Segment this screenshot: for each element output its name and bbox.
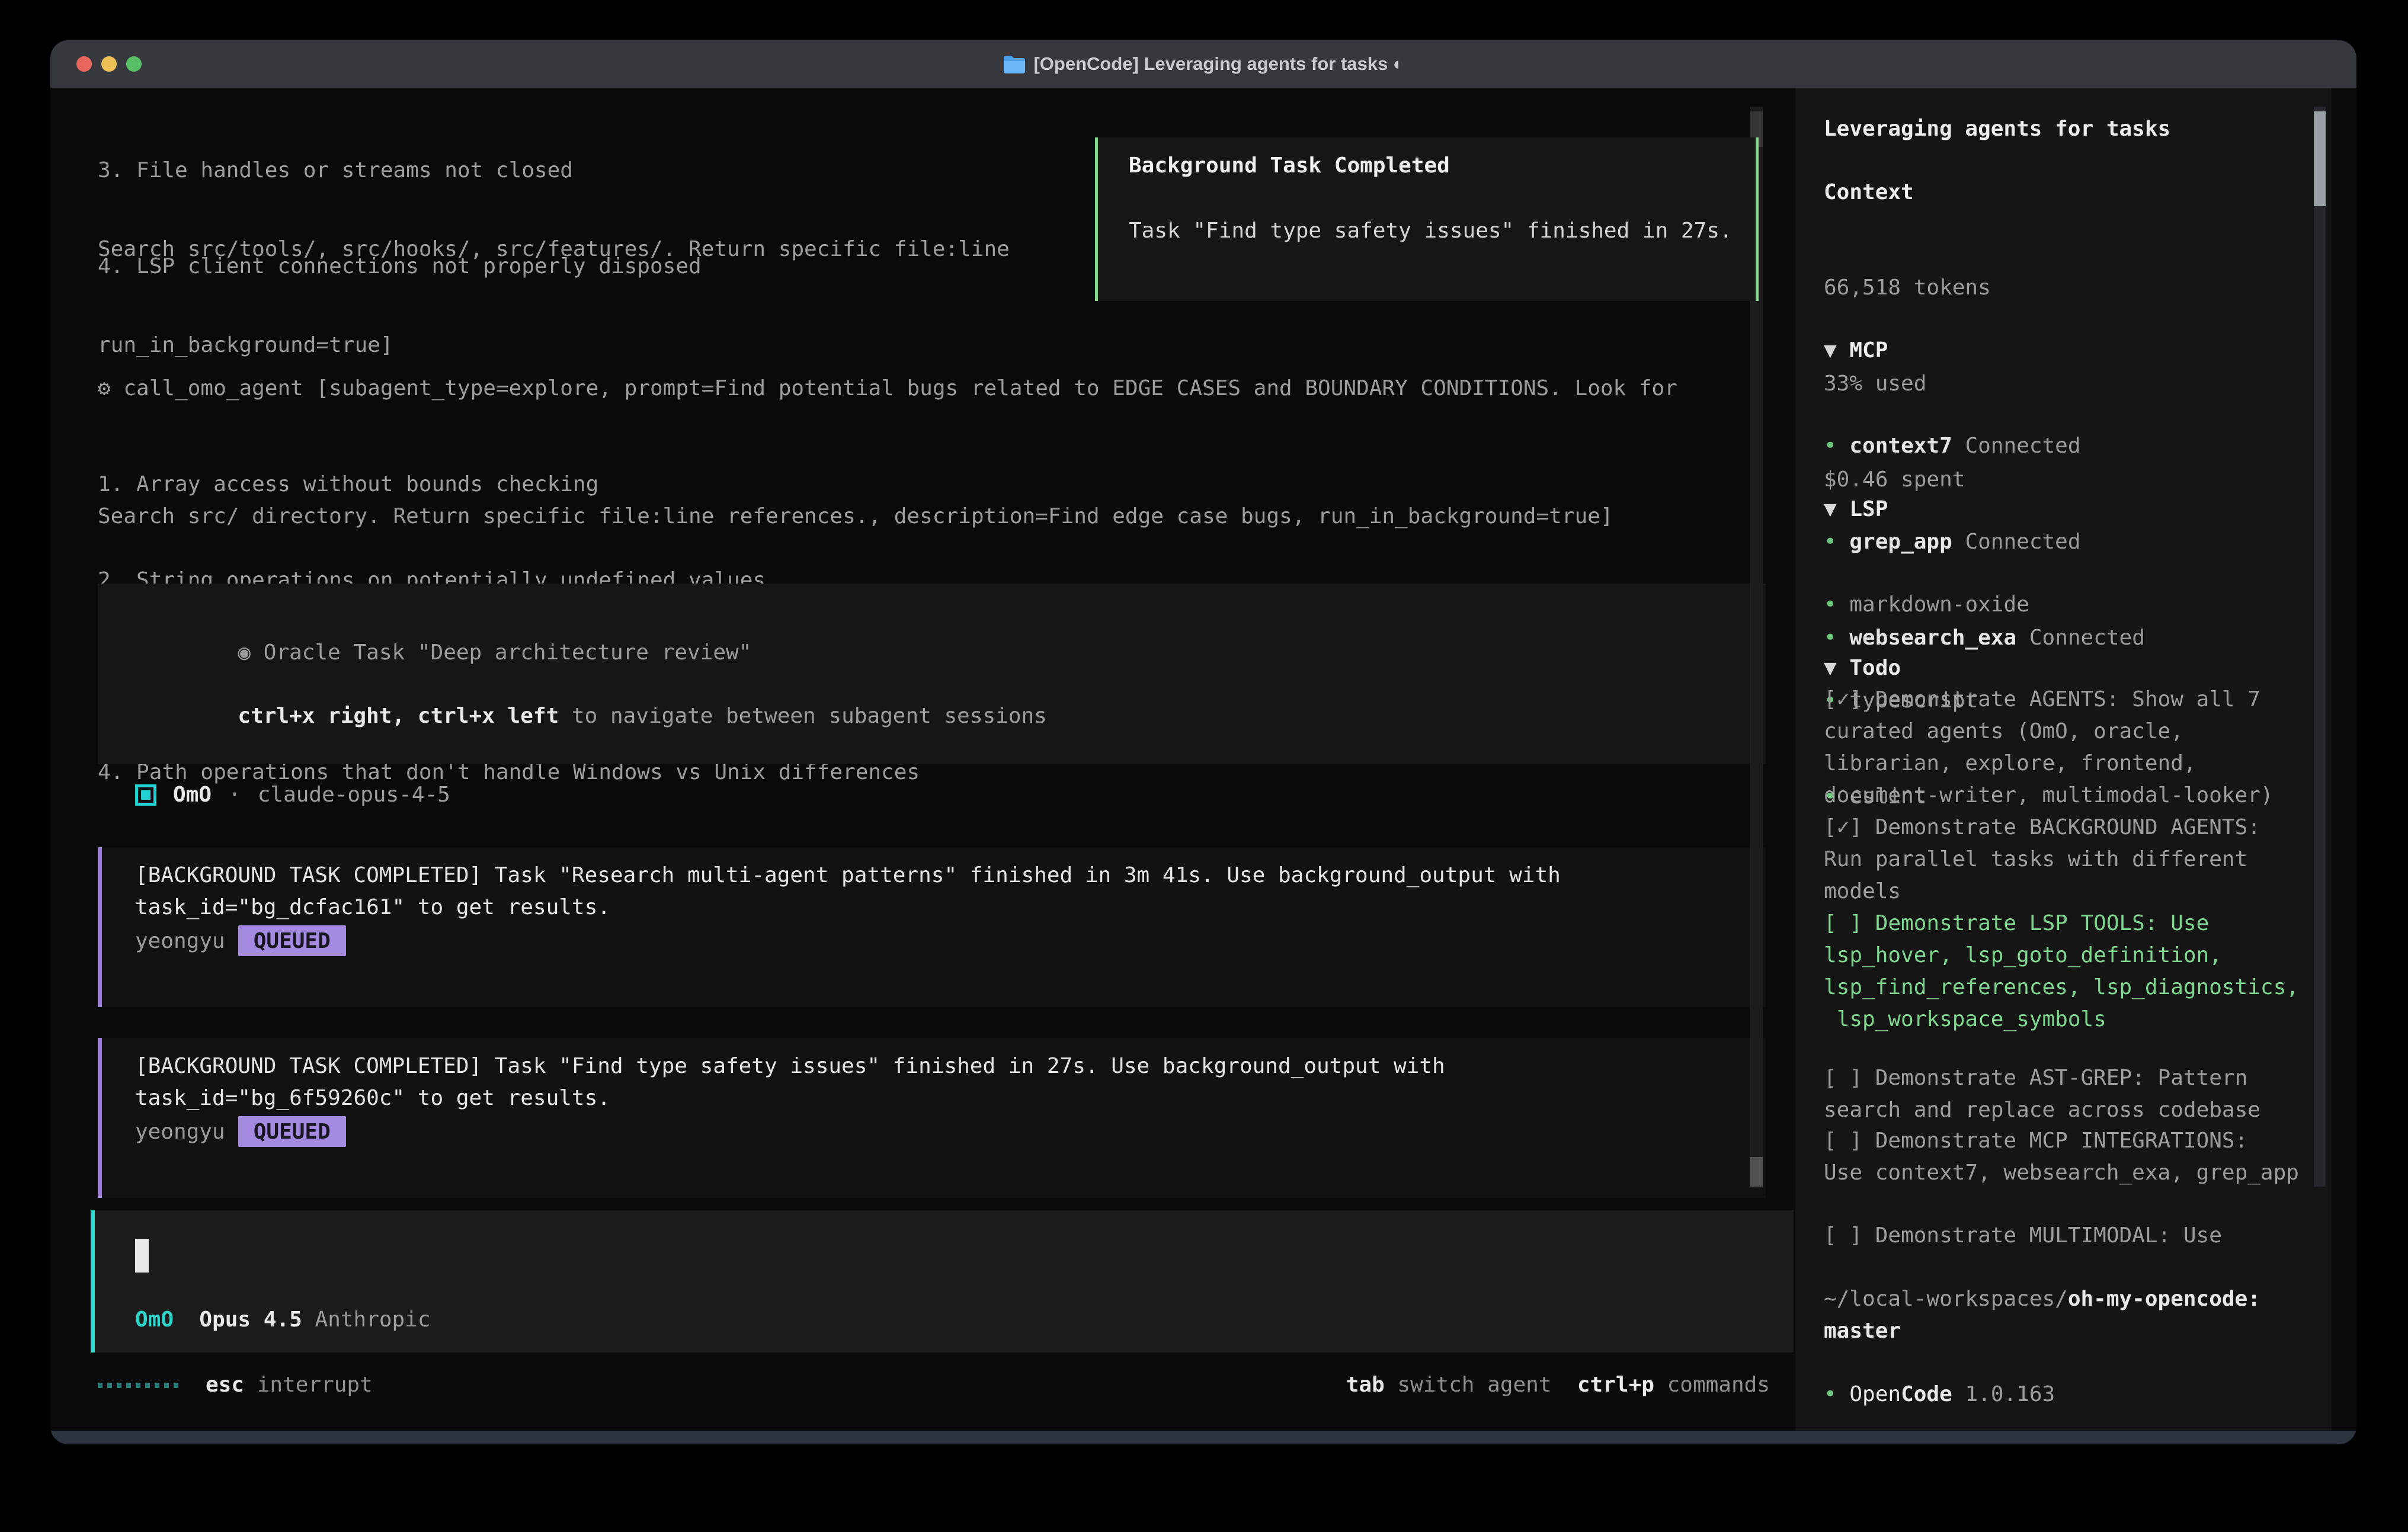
- collapse-triangle-icon: ▼: [1824, 338, 1837, 363]
- notification-title: Background Task Completed: [1129, 150, 1450, 182]
- task-message-line: task_id="bg_dcfac161" to get results.: [135, 892, 610, 924]
- lsp-section-header[interactable]: ▼ LSP: [1824, 493, 2307, 525]
- folder-icon: [1003, 55, 1025, 73]
- git-branch: master: [1824, 1319, 1901, 1343]
- agent-call-text: call_omo_agent [subagent_type=explore, p…: [123, 376, 1677, 400]
- app-version: 1.0.163: [1965, 1382, 2055, 1406]
- background-task-message: [BACKGROUND TASK COMPLETED] Task "Resear…: [98, 847, 1766, 1007]
- input-provider-name: Anthropic: [315, 1304, 430, 1336]
- window-bottom-edge: [50, 1431, 2356, 1444]
- notification-body: Task "Find type safety issues" finished …: [1129, 215, 1733, 247]
- tab-action-label: switch agent: [1397, 1369, 1551, 1401]
- context-tokens: 66,518 tokens: [1824, 272, 2307, 304]
- todo-item-multimodal: [ ] Demonstrate MULTIMODAL: Use: [1824, 1220, 2307, 1252]
- bullet-icon: •: [1824, 592, 1837, 617]
- window-title: [OpenCode] Leveraging agents for tasks ◐: [1033, 53, 1404, 75]
- task-completed-notification: Background Task Completed Task "Find typ…: [1095, 137, 1759, 301]
- omo-agent-icon: [135, 784, 156, 806]
- ctrlp-key-hint[interactable]: ctrl+p: [1577, 1369, 1654, 1401]
- queued-status-badge: QUEUED: [238, 925, 346, 956]
- todo-item-agents: [✓] Demonstrate AGENTS: Show all 7 curat…: [1824, 684, 2307, 812]
- tab-key-hint[interactable]: tab: [1346, 1369, 1385, 1401]
- agent-session-header: OmO · claude-opus-4-5: [98, 777, 450, 813]
- app-version-line: • OpenCode 1.0.163: [1824, 1379, 2307, 1411]
- bullet-icon: •: [1824, 434, 1837, 458]
- bullet-icon: •: [1824, 1382, 1837, 1406]
- esc-key-hint[interactable]: esc: [206, 1369, 244, 1401]
- todo-item-ast-grep: [ ] Demonstrate AST-GREP: Pattern search…: [1824, 1062, 2307, 1126]
- terminal-window: [OpenCode] Leveraging agents for tasks ◐…: [50, 40, 2356, 1444]
- fisheye-icon: ◉: [238, 640, 251, 665]
- task-user: yeongyu: [135, 1120, 225, 1144]
- prompt-input[interactable]: OmO Opus 4.5 Anthropic: [91, 1210, 1794, 1352]
- lsp-item: • markdown-oxide: [1824, 589, 2307, 621]
- zoom-button[interactable]: [126, 56, 142, 72]
- close-button[interactable]: [76, 56, 92, 72]
- main-scrollbar-thumb[interactable]: [1750, 1157, 1763, 1187]
- oracle-shortcut-keys: ctrl+x right, ctrl+x left: [238, 704, 559, 728]
- sidebar-scrollbar-thumb[interactable]: [2314, 111, 2326, 206]
- session-sidebar: Leveraging agents for tasks Context 66,5…: [1795, 88, 2332, 1431]
- agent-call-block: ⚙ call_omo_agent [subagent_type=explore,…: [98, 309, 1757, 852]
- input-model-name: Opus 4.5: [199, 1304, 302, 1336]
- task-message-line: [BACKGROUND TASK COMPLETED] Task "Resear…: [135, 860, 1561, 892]
- esc-action-label: interrupt: [257, 1369, 373, 1401]
- activity-spinner-dots: [98, 1383, 178, 1388]
- terminal-content: 3. File handles or streams not closed 4.…: [50, 88, 2356, 1431]
- status-bar: esc interrupt tab switch agent ctrl+p co…: [98, 1369, 1770, 1401]
- collapse-triangle-icon: ▼: [1824, 656, 1837, 680]
- oracle-shortcut-desc: to navigate between subagent sessions: [559, 704, 1047, 728]
- mcp-section-header[interactable]: ▼ MCP: [1824, 335, 2307, 367]
- input-agent-name: OmO: [135, 1304, 174, 1336]
- sidebar-scrollbar-track[interactable]: [2314, 107, 2326, 1187]
- agent-separator: ·: [228, 779, 241, 811]
- window-titlebar: [OpenCode] Leveraging agents for tasks ◐: [50, 40, 2356, 88]
- queued-status-badge: QUEUED: [238, 1116, 346, 1147]
- gear-icon: ⚙: [98, 376, 111, 400]
- task-message-line: task_id="bg_6f59260c" to get results.: [135, 1082, 610, 1114]
- search-line2: Search src/ directory. Return specific f…: [98, 501, 1757, 533]
- todo-item-lsp-tools: [ ] Demonstrate LSP TOOLS: Use lsp_hover…: [1824, 908, 2307, 1036]
- task-message-line: [BACKGROUND TASK COMPLETED] Task "Find t…: [135, 1050, 1445, 1082]
- oracle-task-label: Oracle Task "Deep architecture review": [264, 640, 752, 665]
- todo-item-mcp: [ ] Demonstrate MCP INTEGRATIONS: Use co…: [1824, 1125, 2307, 1189]
- collapse-triangle-icon: ▼: [1824, 497, 1837, 521]
- task-user: yeongyu: [135, 929, 225, 953]
- context-header: Context: [1824, 177, 2307, 209]
- minimize-button[interactable]: [101, 56, 117, 72]
- traffic-lights: [76, 40, 142, 88]
- ctrlp-action-label: commands: [1667, 1369, 1770, 1401]
- mcp-item: • context7 Connected: [1824, 430, 2307, 462]
- text-cursor: [135, 1239, 149, 1273]
- agent-model: claude-opus-4-5: [258, 779, 450, 811]
- todo-item-background: [✓] Demonstrate BACKGROUND AGENTS: Run p…: [1824, 812, 2307, 908]
- todo-section-header[interactable]: ▼ Todo: [1824, 652, 2307, 684]
- workspace-path: ~/local-workspaces/oh-my-opencode:master: [1824, 1283, 2307, 1347]
- sidebar-session-title: Leveraging agents for tasks: [1824, 113, 2307, 145]
- agent-name: OmO: [173, 779, 212, 811]
- oracle-task-panel[interactable]: ◉ Oracle Task "Deep architecture review"…: [98, 584, 1766, 764]
- bug-list-line: 1. Array access without bounds checking: [98, 469, 1757, 501]
- background-task-message: [BACKGROUND TASK COMPLETED] Task "Find t…: [98, 1038, 1766, 1198]
